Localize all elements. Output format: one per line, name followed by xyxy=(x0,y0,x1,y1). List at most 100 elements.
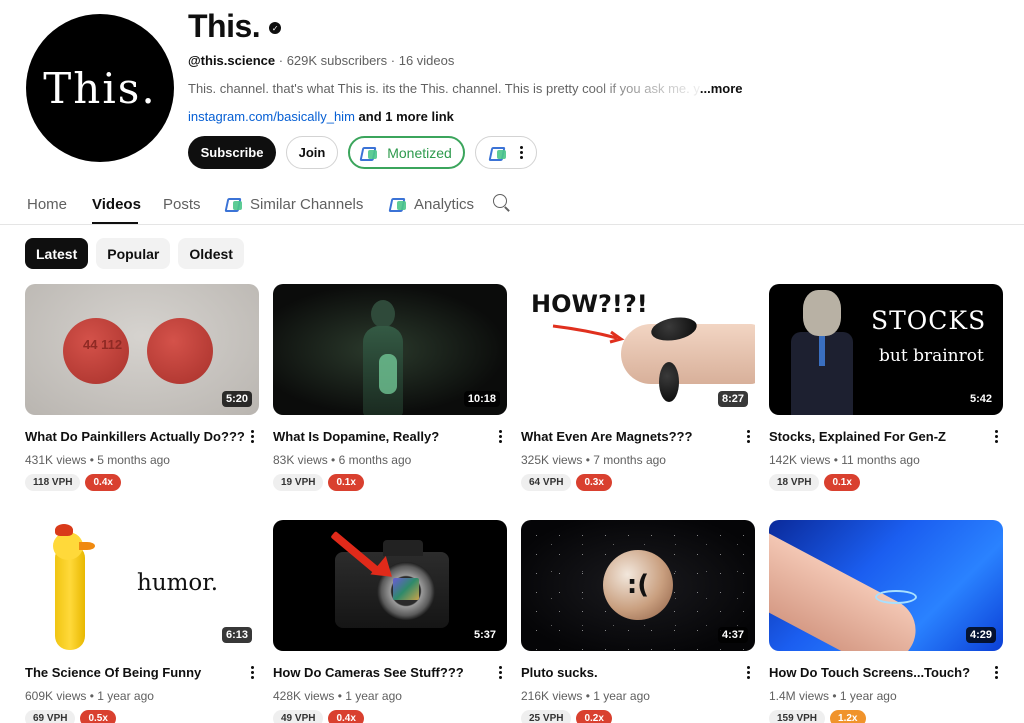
video-menu-icon[interactable] xyxy=(251,430,254,443)
pill-image xyxy=(147,318,213,384)
outlier-ratio-badge: 0.2x xyxy=(576,710,612,723)
video-title[interactable]: The Science Of Being Funny xyxy=(25,665,259,680)
video-card[interactable]: 5:37 How Do Cameras See Stuff??? 428K vi… xyxy=(273,520,507,723)
description-more-link[interactable]: ...more xyxy=(700,81,743,96)
avatar-logo-text: This. xyxy=(43,63,157,113)
video-meta: 325K views • 7 months ago xyxy=(521,453,666,467)
pill-image: 44 112 xyxy=(63,318,129,384)
video-badges: 18 VPH 0.1x xyxy=(769,474,1003,491)
person-silhouette xyxy=(361,294,403,415)
vph-badge: 64 VPH xyxy=(521,474,572,491)
video-card[interactable]: STOCKS but brainrot 5:42 Stocks, Explain… xyxy=(769,284,1003,491)
video-badges: 64 VPH 0.3x xyxy=(521,474,755,491)
separator-dot: · xyxy=(278,53,287,68)
thumbnail-text: HOW?!?! xyxy=(531,290,648,318)
video-badges: 118 VPH 0.4x xyxy=(25,474,259,491)
video-menu-icon[interactable] xyxy=(251,666,254,679)
tab-posts[interactable]: Posts xyxy=(163,193,201,215)
chip-popular[interactable]: Popular xyxy=(96,238,171,269)
video-menu-icon[interactable] xyxy=(499,430,502,443)
video-thumbnail[interactable]: 44 112 5:20 xyxy=(25,284,259,415)
outlier-ratio-badge: 1.2x xyxy=(830,710,866,723)
extension-logo-icon xyxy=(361,146,379,160)
tab-similar-channels[interactable]: Similar Channels xyxy=(226,193,363,215)
video-thumbnail[interactable]: STOCKS but brainrot 5:42 xyxy=(769,284,1003,415)
video-meta: 142K views • 11 months ago xyxy=(769,453,920,467)
channel-description[interactable]: This. channel. that's what This is. its … xyxy=(188,81,808,99)
video-menu-icon[interactable] xyxy=(747,666,750,679)
video-views: 609K views xyxy=(25,689,87,703)
thumbnail-subtext: but brainrot xyxy=(879,346,984,366)
video-thumbnail[interactable]: HOW?!?! 8:27 xyxy=(521,284,755,415)
video-age: 6 months ago xyxy=(338,453,412,467)
video-views: 431K views xyxy=(25,453,87,467)
video-views: 83K views xyxy=(273,453,328,467)
video-title[interactable]: How Do Cameras See Stuff??? xyxy=(273,665,507,680)
video-thumbnail[interactable]: 4:29 xyxy=(769,520,1003,651)
more-links-button[interactable]: and 1 more link xyxy=(359,109,454,124)
video-views: 1.4M views xyxy=(769,689,830,703)
tab-videos[interactable]: Videos xyxy=(92,193,141,215)
channel-info: This. ✓ @this.science · 629K subscribers… xyxy=(188,8,808,127)
search-icon[interactable] xyxy=(492,193,510,211)
channel-meta: @this.science · 629K subscribers · 16 vi… xyxy=(188,53,808,71)
video-thumbnail[interactable]: 10:18 xyxy=(273,284,507,415)
video-duration: 5:20 xyxy=(221,391,252,407)
red-arrow-icon xyxy=(552,324,625,344)
video-age: 1 year ago xyxy=(839,689,897,703)
channel-name: This. xyxy=(188,7,261,44)
video-card[interactable]: 44 112 5:20 What Do Painkillers Actually… xyxy=(25,284,259,491)
channel-tabs: Home Videos Posts Similar Channels Analy… xyxy=(0,184,1024,225)
join-button[interactable]: Join xyxy=(286,136,338,169)
video-age: 11 months ago xyxy=(841,453,920,467)
subscribe-button[interactable]: Subscribe xyxy=(188,136,276,169)
touch-ripple xyxy=(875,590,917,604)
video-card[interactable]: 10:18 What Is Dopamine, Really? 83K view… xyxy=(273,284,507,491)
sort-filter-chips: Latest Popular Oldest xyxy=(25,238,244,269)
video-card[interactable]: 4:29 How Do Touch Screens...Touch? 1.4M … xyxy=(769,520,1003,723)
rubber-chicken-image xyxy=(41,524,101,650)
video-meta: 83K views • 6 months ago xyxy=(273,453,412,467)
video-card[interactable]: :( 4:37 Pluto sucks. 216K views • 1 year… xyxy=(521,520,755,723)
video-title[interactable]: What Even Are Magnets??? xyxy=(521,429,755,444)
channel-links: instagram.com/basically_him and 1 more l… xyxy=(188,109,808,127)
video-duration: 8:27 xyxy=(717,391,748,407)
tab-analytics[interactable]: Analytics xyxy=(390,193,474,215)
video-title[interactable]: What Is Dopamine, Really? xyxy=(273,429,507,444)
video-menu-icon[interactable] xyxy=(995,430,998,443)
tab-analytics-label: Analytics xyxy=(414,195,475,213)
video-title[interactable]: Pluto sucks. xyxy=(521,665,755,680)
video-card[interactable]: HOW?!?! 8:27 What Even Are Magnets??? 32… xyxy=(521,284,755,491)
extension-menu-button[interactable] xyxy=(475,136,537,169)
monetized-button[interactable]: Monetized xyxy=(348,136,465,169)
video-age: 5 months ago xyxy=(97,453,170,467)
video-duration: 4:37 xyxy=(717,627,748,643)
vph-badge: 25 VPH xyxy=(521,710,572,723)
video-badges: 25 VPH 0.2x xyxy=(521,710,755,723)
video-thumbnail[interactable]: :( 4:37 xyxy=(521,520,755,651)
video-title[interactable]: Stocks, Explained For Gen-Z xyxy=(769,429,1003,444)
channel-avatar: This. xyxy=(26,14,174,162)
channel-actions: Subscribe Join Monetized xyxy=(188,136,537,169)
more-vert-icon xyxy=(519,146,523,159)
video-title[interactable]: What Do Painkillers Actually Do??? xyxy=(25,429,259,444)
video-card[interactable]: humor. 6:13 The Science Of Being Funny 6… xyxy=(25,520,259,723)
extension-logo-icon xyxy=(490,146,508,160)
video-thumbnail[interactable]: 5:37 xyxy=(273,520,507,651)
video-views: 325K views xyxy=(521,453,583,467)
channel-handle: @this.science xyxy=(188,53,276,68)
external-link[interactable]: instagram.com/basically_him xyxy=(188,109,355,124)
video-count: 16 videos xyxy=(398,53,455,68)
chip-latest[interactable]: Latest xyxy=(25,238,89,269)
video-age: 1 year ago xyxy=(593,689,650,703)
video-menu-icon[interactable] xyxy=(995,666,998,679)
video-menu-icon[interactable] xyxy=(747,430,750,443)
pluto-image: :( xyxy=(603,550,673,620)
chip-oldest[interactable]: Oldest xyxy=(178,238,244,269)
tab-home[interactable]: Home xyxy=(27,193,67,215)
vph-badge: 18 VPH xyxy=(769,474,820,491)
video-thumbnail[interactable]: humor. 6:13 xyxy=(25,520,259,651)
video-meta: 609K views • 1 year ago xyxy=(25,689,154,703)
video-title[interactable]: How Do Touch Screens...Touch? xyxy=(769,665,1003,680)
video-menu-icon[interactable] xyxy=(499,666,502,679)
